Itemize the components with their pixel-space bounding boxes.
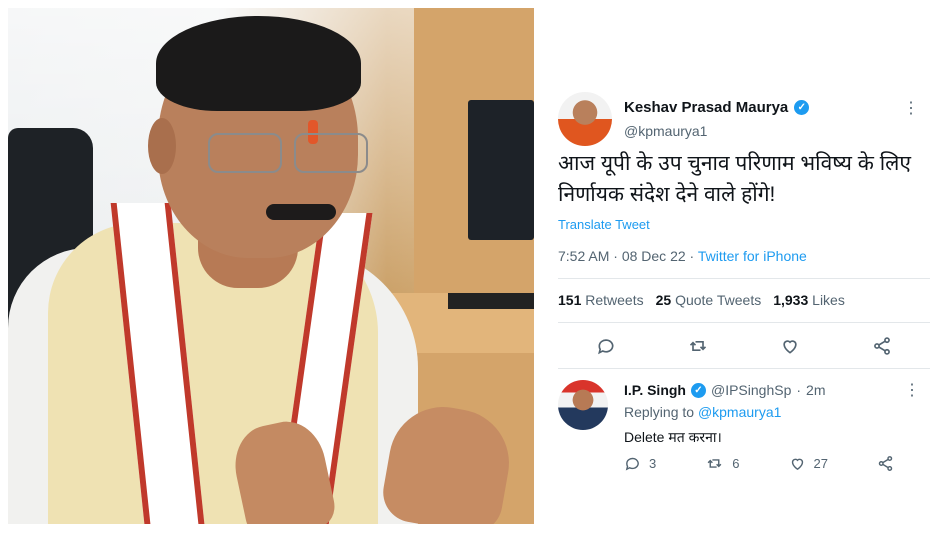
reply-dot: · [796,382,802,398]
like-icon[interactable] [778,334,802,358]
tweet-stats: 151 Retweets 25 Quote Tweets 1,933 Likes [558,292,845,308]
reply-share-button[interactable] [877,455,894,472]
reply-card[interactable]: I.P. Singh ✓ @IPSinghSp · 2m ⋮ Replying … [540,372,940,482]
photo-monitor-stand [448,293,534,309]
reply-retweet-count: 6 [732,456,740,471]
reply-header: I.P. Singh ✓ @IPSinghSp · 2m [624,382,825,398]
reply-actions: 3 6 27 [624,455,894,472]
tweet-source[interactable]: Twitter for iPhone [698,248,807,264]
divider [558,278,930,279]
author-handle[interactable]: @kpmaurya1 [624,123,707,139]
tweet-text: आज यूपी के उप चुनाव परिणाम भविष्य के लिए… [558,152,912,206]
reply-like-count: 27 [813,456,828,471]
verified-badge-icon: ✓ [690,382,706,398]
photo-lens-right [294,133,368,173]
photo-monitor [468,100,534,240]
reply-icon [625,457,639,471]
retweets-count: 151 [558,292,582,308]
replying-to-label: Replying to [624,404,695,420]
reply-retweet-button[interactable]: 6 [705,455,739,472]
reply-like-button[interactable]: 27 [789,455,828,472]
tweet-meta: 7:52 AM · 08 Dec 22 · Twitter for iPhone [558,248,807,264]
reply-author-avatar[interactable] [558,380,608,430]
more-options-icon[interactable]: ⋮ [904,380,920,400]
quotes-stat[interactable]: 25 Quote Tweets [656,292,762,308]
likes-label: Likes [812,292,845,308]
verified-badge-icon: ✓ [794,100,810,115]
share-icon [878,456,893,471]
photo-hair [156,16,361,111]
author-name-row: Keshav Prasad Maurya ✓ [624,99,810,116]
divider [558,322,930,323]
meta-separator: · [685,248,698,264]
photo-lens-left [208,133,282,173]
retweets-label: Retweets [585,292,644,308]
divider [558,368,930,369]
reply-reply-count: 3 [649,456,657,471]
news-photo [8,8,534,524]
replying-to: Replying to @kpmaurya1 [624,404,781,420]
author-name[interactable]: Keshav Prasad Maurya [624,99,788,116]
like-icon [791,458,803,471]
likes-stat[interactable]: 1,933 Likes [773,292,845,308]
reply-text: Delete मत करना। [624,429,722,445]
reply-reply-button[interactable]: 3 [624,455,656,472]
reply-author-name[interactable]: I.P. Singh [624,382,686,398]
meta-separator: · [609,248,622,264]
tweet-time[interactable]: 7:52 AM [558,248,609,264]
retweet-icon [707,459,722,468]
author-avatar[interactable] [558,92,612,146]
replying-to-handle[interactable]: @kpmaurya1 [698,404,781,420]
reply-age[interactable]: 2m [806,382,825,398]
share-icon[interactable] [870,334,894,358]
tweet-actions [558,334,930,358]
photo-ear [148,118,176,174]
quotes-label: Quote Tweets [675,292,762,308]
tweet-date[interactable]: 08 Dec 22 [622,248,686,264]
reply-icon[interactable] [594,334,618,358]
quotes-count: 25 [655,292,672,308]
translate-tweet-link[interactable]: Translate Tweet [558,217,650,232]
likes-count: 1,933 [773,292,809,308]
reply-author-handle[interactable]: @IPSinghSp [711,382,791,398]
photo-glasses [208,133,378,175]
photo-mustache [266,204,336,220]
more-options-icon[interactable]: ⋮ [903,98,920,118]
retweet-icon[interactable] [686,334,710,358]
retweets-stat[interactable]: 151 Retweets [558,292,644,308]
